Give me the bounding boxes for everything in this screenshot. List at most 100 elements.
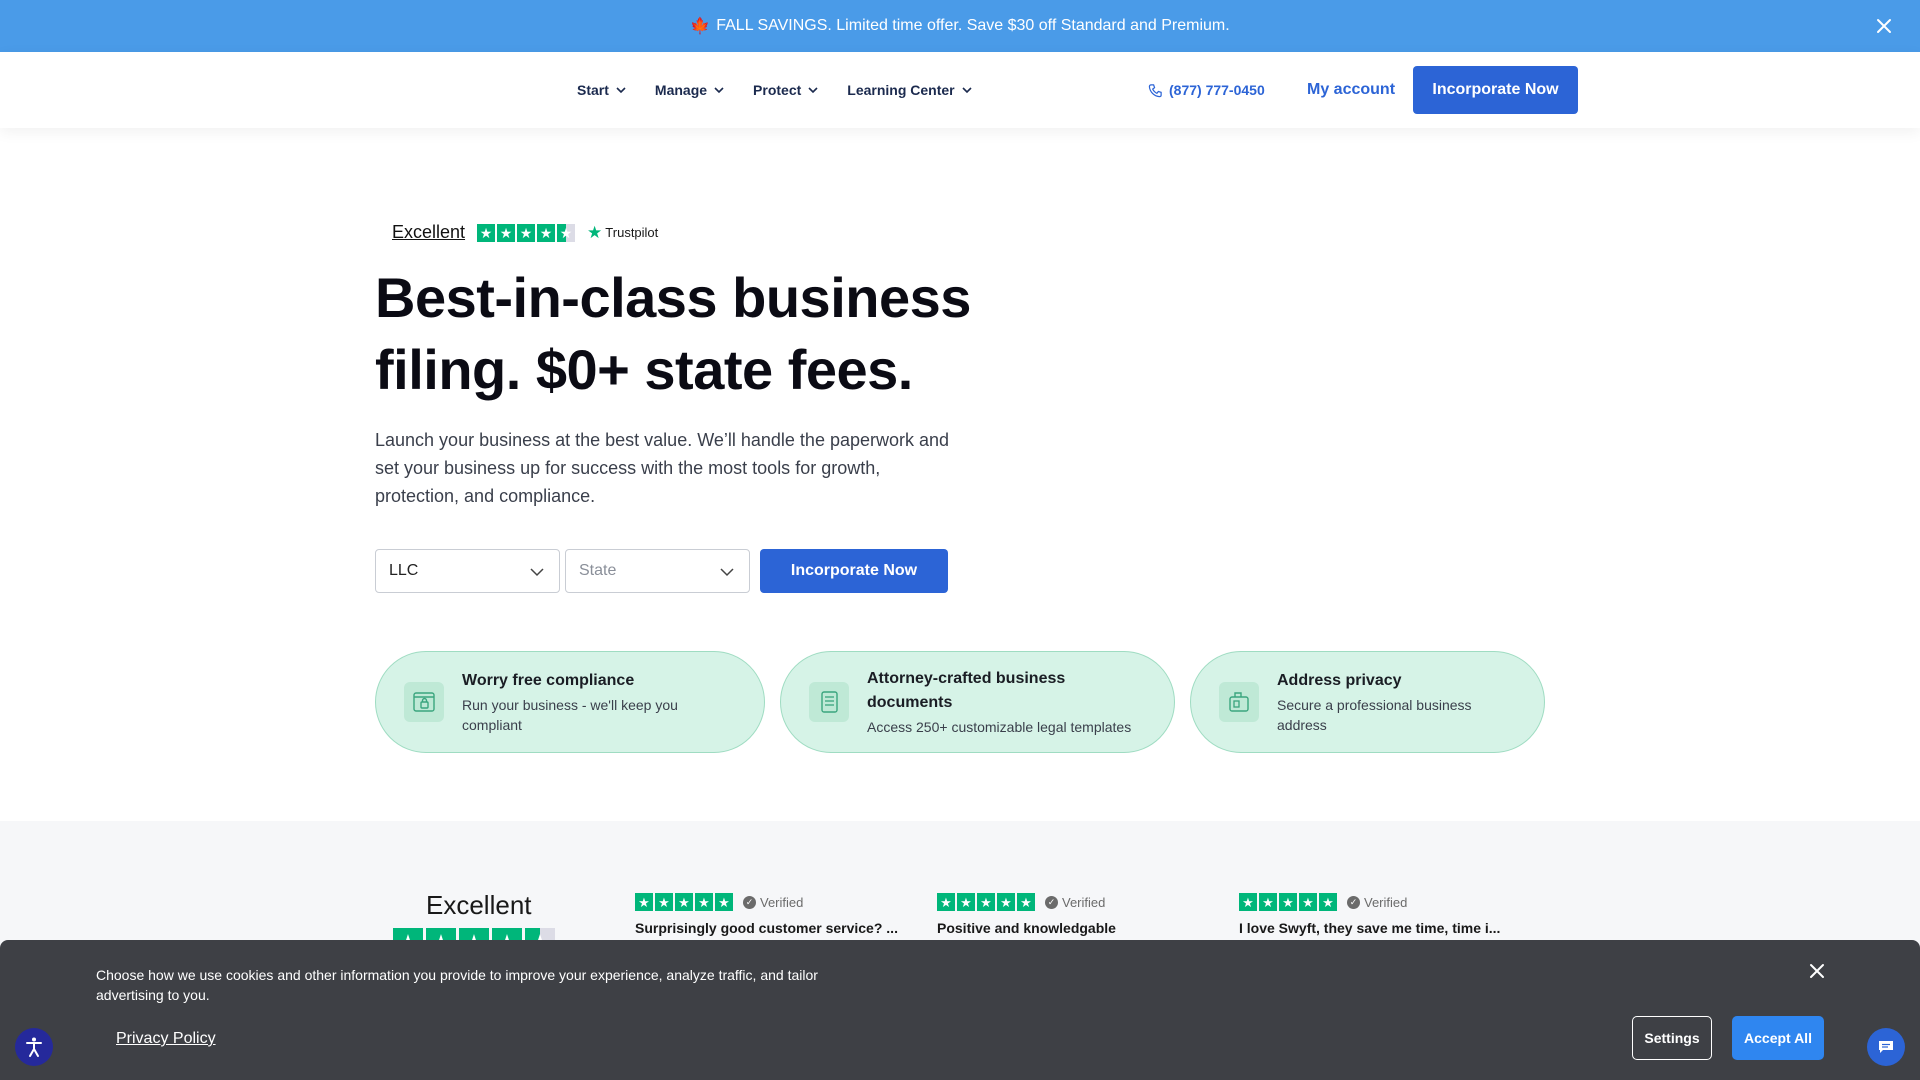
verified-badge: ✓ Verified	[743, 895, 803, 910]
trustpilot-logo: ★ Trustpilot	[587, 223, 658, 243]
feature-card-documents: Attorney-crafted business documents Acce…	[780, 651, 1175, 753]
phone-icon	[1148, 83, 1162, 97]
star-icon: ★	[635, 893, 653, 911]
close-icon	[1877, 19, 1891, 33]
verified-badge: ✓ Verified	[1045, 895, 1105, 910]
check-icon: ✓	[743, 895, 756, 909]
verified-label: Verified	[1364, 894, 1408, 910]
star-icon: ★	[977, 893, 995, 911]
hero-title: Best-in-class business filing. $0+ state…	[375, 262, 1015, 406]
nav-item-manage[interactable]: Manage	[655, 82, 725, 98]
star-icon: ★	[997, 893, 1015, 911]
star-icon: ★	[477, 223, 496, 242]
chevron-down-icon	[616, 87, 626, 94]
accept-all-button[interactable]: Accept All	[1732, 1016, 1824, 1060]
review-title: Positive and knowledgable	[937, 920, 1116, 936]
maple-leaf-icon: 🍁	[690, 18, 711, 35]
feature-title: Address privacy	[1277, 672, 1402, 689]
state-placeholder: State	[579, 562, 617, 579]
close-promo-button[interactable]	[1872, 14, 1896, 38]
entity-type-value: LLC	[389, 562, 419, 579]
star-icon: ★	[655, 893, 673, 911]
trustpilot-rating[interactable]: Excellent ★ ★ ★ ★ ★ ★ Trustpilot	[392, 222, 658, 243]
hero-subtitle: Launch your business at the best value. …	[375, 430, 950, 506]
review-card[interactable]: ★ ★ ★ ★ ★ ✓ Verified Positive and knowledgabl…	[937, 893, 1212, 936]
phone-link[interactable]: (877) 777-0450	[1148, 52, 1265, 128]
incorporate-now-nav-button[interactable]: Incorporate Now	[1413, 66, 1578, 114]
star-icon: ★	[1319, 893, 1337, 911]
close-icon	[1810, 964, 1824, 978]
feature-card-compliance: Worry free compliance Run your business …	[375, 651, 765, 753]
nav-item-label: Protect	[753, 82, 802, 98]
chevron-down-icon	[808, 87, 818, 94]
lock-browser-icon	[404, 682, 444, 722]
state-select[interactable]: State	[565, 549, 750, 593]
chat-icon	[1879, 1041, 1893, 1053]
nav-item-label: Manage	[654, 82, 708, 98]
feature-card-address-privacy: Address privacy Secure a professional bu…	[1190, 651, 1545, 753]
star-icon: ★	[1259, 893, 1277, 911]
trustpilot-stars: ★ ★ ★ ★ ★	[477, 223, 576, 242]
nav-item-protect[interactable]: Protect	[753, 82, 819, 98]
star-icon: ★	[675, 893, 693, 911]
verified-label: Verified	[1062, 894, 1106, 910]
feature-desc: Run your business - we'll keep you compl…	[462, 697, 678, 733]
star-icon: ★	[497, 223, 516, 242]
reviews-rating-word: Excellent	[426, 890, 532, 920]
feature-title: Worry free compliance	[462, 672, 635, 689]
privacy-policy-link[interactable]: Privacy Policy	[116, 1030, 216, 1048]
entity-type-select[interactable]: LLC	[375, 549, 560, 593]
check-icon: ✓	[1045, 895, 1058, 909]
feature-title: Attorney-crafted business documents	[867, 670, 1066, 711]
star-icon: ★	[1279, 893, 1297, 911]
star-icon: ★	[1239, 893, 1257, 911]
chat-button[interactable]	[1867, 1028, 1905, 1066]
star-icon: ★	[537, 223, 556, 242]
close-cookie-button[interactable]	[1806, 960, 1828, 982]
main-nav: Start Manage Protect Learning Center (87…	[0, 52, 1920, 128]
phone-number: (877) 777-0450	[1169, 82, 1265, 98]
incorporate-now-hero-button[interactable]: Incorporate Now	[760, 549, 948, 593]
review-title: I love Swyft, they save me time, time i.…	[1239, 920, 1501, 936]
nav-item-learning-center[interactable]: Learning Center	[847, 82, 972, 98]
review-card[interactable]: ★ ★ ★ ★ ★ ✓ Verified Surprisingly good custom…	[635, 893, 910, 936]
hero-title-line1: Best-in-class business	[375, 266, 971, 329]
document-icon	[809, 682, 849, 722]
verified-label: Verified	[760, 894, 804, 910]
review-title: Surprisingly good customer service? ...	[635, 920, 898, 936]
star-icon: ★	[1299, 893, 1317, 911]
nav-links: Start Manage Protect Learning Center	[577, 52, 973, 128]
verified-badge: ✓ Verified	[1347, 895, 1407, 910]
star-icon: ★	[715, 893, 733, 911]
star-icon: ★	[957, 893, 975, 911]
cookie-text: Choose how we use cookies and other info…	[96, 967, 818, 1003]
half-star-icon: ★	[557, 223, 576, 242]
trustpilot-rating-word: Excellent	[392, 222, 466, 242]
cookie-banner: Choose how we use cookies and other info…	[0, 940, 1920, 1080]
nav-item-label: Start	[577, 82, 609, 98]
promo-banner: 🍁 FALL SAVINGS. Limited time offer. Save…	[0, 0, 1920, 52]
chevron-down-icon	[720, 568, 734, 577]
chevron-down-icon	[962, 87, 972, 94]
mailbox-icon	[1219, 682, 1259, 722]
feature-desc: Secure a professional business address	[1277, 697, 1472, 733]
cookie-settings-button[interactable]: Settings	[1632, 1016, 1712, 1060]
chevron-down-icon	[714, 87, 724, 94]
check-icon: ✓	[1347, 895, 1360, 909]
accessibility-button[interactable]	[15, 1028, 53, 1066]
star-icon: ★	[695, 893, 713, 911]
nav-item-label: Learning Center	[847, 82, 955, 98]
my-account-link[interactable]: My account	[1307, 52, 1395, 128]
star-icon: ★	[517, 223, 536, 242]
nav-item-start[interactable]: Start	[577, 82, 627, 98]
star-icon: ★	[937, 893, 955, 911]
trustpilot-star-icon: ★	[587, 222, 603, 242]
hero-title-line2: filing. $0+ state fees.	[375, 338, 913, 401]
review-card[interactable]: ★ ★ ★ ★ ★ ✓ Verified I love Swyft, they save …	[1239, 893, 1514, 936]
promo-text: FALL SAVINGS. Limited time offer. Save $…	[716, 17, 1230, 34]
chevron-down-icon	[530, 568, 544, 577]
feature-desc: Access 250+ customizable legal templates	[867, 719, 1132, 735]
accessibility-icon	[26, 1037, 42, 1057]
trustpilot-brand: Trustpilot	[605, 225, 659, 240]
star-icon: ★	[1017, 893, 1035, 911]
